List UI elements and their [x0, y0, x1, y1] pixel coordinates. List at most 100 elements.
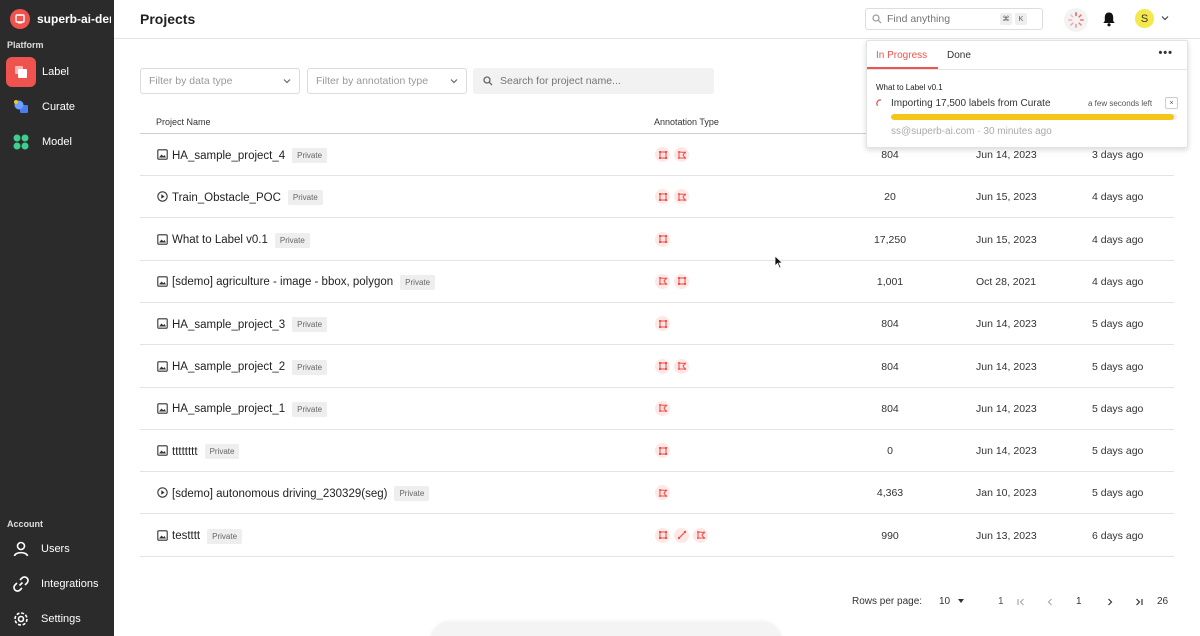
box-annotation-icon: [674, 273, 689, 289]
privacy-badge: Private: [292, 317, 328, 333]
created-date-cell: Jun 14, 2023: [976, 402, 1037, 415]
last-updated-cell: 4 days ago: [1092, 275, 1144, 288]
sidebar-item-users[interactable]: Users: [0, 531, 114, 566]
annotation-types-cell: [655, 147, 689, 162]
previous-page-icon[interactable]: [1045, 597, 1055, 607]
project-name-cell[interactable]: HA_sample_project_3 Private: [172, 317, 328, 333]
column-header-annotation-type[interactable]: Annotation Type: [654, 117, 719, 127]
project-name-cell[interactable]: Train_Obstacle_POC Private: [172, 190, 323, 206]
avatar[interactable]: S: [1135, 9, 1154, 28]
global-search[interactable]: ⌘ K: [865, 8, 1043, 30]
sidebar-item-settings[interactable]: Settings: [0, 601, 114, 636]
project-name[interactable]: [sdemo] agriculture - image - bbox, poly…: [172, 276, 393, 288]
data-count-cell: 20: [884, 191, 896, 204]
model-icon: [6, 127, 36, 157]
filter-data-type[interactable]: Filter by data type: [140, 68, 300, 94]
workspace-name: superb-ai-demo: [37, 12, 111, 26]
progress-panel-tabs: In Progress Done •••: [867, 41, 1187, 70]
project-name-cell[interactable]: HA_sample_project_4 Private: [172, 148, 328, 163]
project-name-cell[interactable]: [sdemo] autonomous driving_230329(seg) P…: [172, 486, 430, 502]
job-progress-bar: [891, 114, 1177, 120]
column-header-project-name[interactable]: Project Name: [156, 117, 211, 127]
job-close-button[interactable]: ×: [1165, 97, 1178, 109]
global-search-input[interactable]: [887, 13, 997, 25]
project-name-cell[interactable]: testttt Private: [172, 528, 243, 544]
shortcut-key-cmd: ⌘: [1000, 13, 1012, 25]
shortcut-key-k: K: [1015, 13, 1027, 25]
last-page-icon[interactable]: [1134, 597, 1144, 607]
created-date-cell: Jun 14, 2023: [976, 149, 1037, 161]
progress-spinner-button[interactable]: [1064, 8, 1088, 32]
project-search[interactable]: [473, 68, 714, 94]
chevron-down-icon[interactable]: [1161, 15, 1169, 21]
box-annotation-icon: [655, 316, 670, 332]
workspace-switcher[interactable]: superb-ai-demo: [0, 0, 114, 38]
project-name-cell[interactable]: What to Label v0.1 Private: [172, 232, 310, 248]
table-row[interactable]: [sdemo] agriculture - image - bbox, poly…: [140, 261, 1174, 303]
sidebar-item-label[interactable]: Label: [0, 54, 114, 89]
first-page-icon[interactable]: [1016, 597, 1026, 607]
project-name[interactable]: HA_sample_project_1: [172, 403, 285, 415]
search-icon: [483, 76, 493, 86]
created-date-cell: Jun 14, 2023: [976, 445, 1037, 458]
project-name[interactable]: Train_Obstacle_POC: [172, 192, 281, 204]
progress-panel: In Progress Done ••• What to Label v0.1 …: [866, 40, 1188, 148]
tab-in-progress[interactable]: In Progress: [876, 50, 927, 61]
sidebar-item-integrations[interactable]: Integrations: [0, 566, 114, 601]
project-name-cell[interactable]: tttttttt Private: [172, 444, 240, 460]
job-description: Importing 17,500 labels from Curate: [891, 98, 1051, 109]
project-name[interactable]: What to Label v0.1: [172, 234, 268, 246]
more-options-icon[interactable]: •••: [1158, 47, 1173, 59]
table-row[interactable]: What to Label v0.1 Private 17,250 Jun 15…: [140, 219, 1174, 261]
last-updated-cell: 6 days ago: [1092, 529, 1144, 542]
next-page-icon[interactable]: [1105, 597, 1115, 607]
project-name[interactable]: HA_sample_project_2: [172, 361, 285, 373]
job-project-name: What to Label v0.1: [876, 83, 943, 92]
loading-spinner-icon: [1068, 12, 1084, 28]
workspace-logo-icon: [10, 9, 30, 29]
project-name[interactable]: tttttttt: [172, 446, 198, 458]
table-row[interactable]: Train_Obstacle_POC Private 20 Jun 15, 20…: [140, 176, 1174, 219]
sidebar-item-settings-text: Settings: [41, 612, 81, 625]
search-icon: [872, 14, 882, 24]
image-type-icon: [157, 403, 168, 414]
table-row[interactable]: HA_sample_project_2 Private 804 Jun 14, …: [140, 346, 1174, 388]
data-count-cell: 804: [881, 402, 899, 415]
privacy-badge: Private: [274, 232, 310, 248]
table-row[interactable]: HA_sample_project_3 Private 804 Jun 14, …: [140, 303, 1174, 346]
annotation-types-cell: [655, 527, 708, 543]
table-row[interactable]: testttt Private 990 Jun 13, 2023 6 days …: [140, 515, 1174, 557]
project-name[interactable]: testttt: [172, 530, 200, 542]
annotation-types-cell: [655, 231, 670, 247]
polygon-annotation-icon: [655, 485, 670, 501]
annotation-types-cell: [655, 358, 689, 374]
sidebar: superb-ai-demo Platform Label Curate Mod…: [0, 0, 114, 636]
table-row[interactable]: [sdemo] autonomous driving_230329(seg) P…: [140, 472, 1174, 515]
first-page-number: 1: [998, 596, 1004, 607]
project-search-input[interactable]: [500, 75, 700, 87]
table-row[interactable]: HA_sample_project_1 Private 804 Jun 14, …: [140, 388, 1174, 430]
caret-down-icon[interactable]: [957, 598, 965, 604]
last-updated-cell: 4 days ago: [1092, 191, 1144, 204]
project-name-cell[interactable]: [sdemo] agriculture - image - bbox, poly…: [172, 274, 436, 290]
sidebar-item-curate[interactable]: Curate: [0, 89, 114, 124]
tab-done[interactable]: Done: [947, 50, 971, 61]
project-name-cell[interactable]: HA_sample_project_2 Private: [172, 359, 328, 375]
last-updated-cell: 3 days ago: [1092, 149, 1144, 161]
bell-icon[interactable]: [1101, 11, 1117, 27]
project-name-cell[interactable]: HA_sample_project_1 Private: [172, 401, 328, 417]
privacy-badge: Private: [400, 274, 436, 290]
project-name[interactable]: HA_sample_project_4: [172, 150, 285, 162]
gear-icon: [10, 608, 32, 630]
box-annotation-icon: [655, 189, 670, 205]
filter-annotation-type[interactable]: Filter by annotation type: [307, 68, 467, 94]
link-icon: [10, 573, 32, 595]
image-type-icon: [157, 445, 168, 456]
rows-per-page-select[interactable]: 10: [939, 596, 950, 607]
image-type-icon: [157, 360, 168, 372]
data-count-cell: 990: [881, 529, 899, 542]
project-name[interactable]: HA_sample_project_3: [172, 319, 285, 331]
project-name[interactable]: [sdemo] autonomous driving_230329(seg): [172, 488, 387, 500]
table-row[interactable]: tttttttt Private 0 Jun 14, 2023 5 days a…: [140, 430, 1174, 473]
sidebar-item-model[interactable]: Model: [0, 124, 114, 159]
